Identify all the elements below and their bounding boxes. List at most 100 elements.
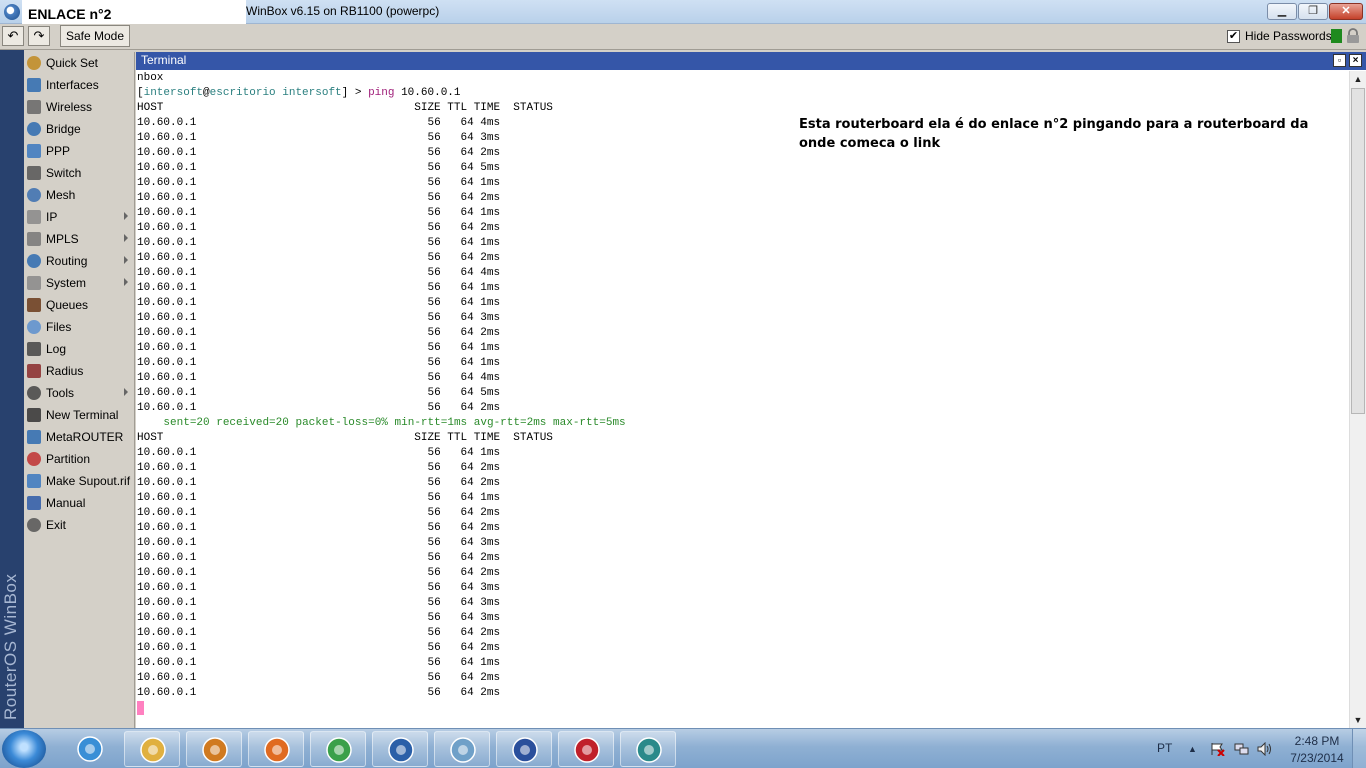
ping-host: 10.60.0.1 — [137, 477, 197, 489]
menu-item-ppp[interactable]: PPP — [24, 140, 134, 162]
ping-time: 2ms — [480, 552, 501, 564]
menu-item-label: Tools — [46, 386, 75, 400]
ping-ttl: 64 — [453, 672, 474, 684]
taskbar-app-button[interactable] — [186, 731, 242, 767]
ping-size: 56 — [414, 297, 441, 309]
maximize-button[interactable]: ❐ — [1298, 3, 1328, 20]
menu-item-queues[interactable]: Queues — [24, 294, 134, 316]
taskbar-app-button[interactable] — [124, 731, 180, 767]
terminal-close-button[interactable]: × — [1349, 54, 1362, 67]
show-desktop-button[interactable] — [1352, 729, 1366, 768]
stat-value: 5ms — [605, 417, 626, 429]
terminal-output[interactable]: nbox [intersoft@escritorio intersoft] > p… — [136, 71, 1348, 728]
menu-item-metarouter[interactable]: MetaROUTER — [24, 426, 134, 448]
taskbar-app-button[interactable] — [310, 731, 366, 767]
ping-host: 10.60.0.1 — [137, 672, 197, 684]
terminal-line: 10.60.0.1 56 64 1ms — [137, 176, 1348, 191]
ping-time: 2ms — [480, 672, 501, 684]
ping-time: 3ms — [480, 312, 501, 324]
safe-mode-button[interactable]: Safe Mode — [60, 25, 130, 47]
terminal-title: Terminal — [141, 53, 187, 67]
taskbar-app-button[interactable] — [372, 731, 428, 767]
clock-time[interactable]: 2:48 PM — [1286, 734, 1348, 748]
menu-item-manual[interactable]: Manual — [24, 492, 134, 514]
ping-host: 10.60.0.1 — [137, 297, 197, 309]
terminal-line: 10.60.0.1 56 64 4ms — [137, 266, 1348, 281]
ping-ttl: 64 — [453, 582, 474, 594]
menu-item-label: New Terminal — [46, 408, 119, 422]
menu-item-routing[interactable]: Routing — [24, 250, 134, 272]
minimize-button[interactable]: ▁ — [1267, 3, 1297, 20]
menu-item-ip[interactable]: IP — [24, 206, 134, 228]
terminal-line: HOST SIZE TTL TIME STATUS — [137, 101, 1348, 116]
taskbar-app-button[interactable] — [62, 731, 118, 767]
terminal-scrollbar[interactable]: ▲ ▼ — [1349, 71, 1366, 728]
scroll-thumb[interactable] — [1351, 88, 1365, 414]
ping-time: 3ms — [480, 612, 501, 624]
menu-item-quick-set[interactable]: Quick Set — [24, 52, 134, 74]
menu-item-label: Files — [46, 320, 72, 334]
menu-item-new-terminal[interactable]: New Terminal — [24, 404, 134, 426]
ping-time: 1ms — [480, 357, 501, 369]
menu-item-system[interactable]: System — [24, 272, 134, 294]
close-button[interactable]: ✕ — [1329, 3, 1363, 20]
ping-ttl: 64 — [453, 537, 474, 549]
menu-item-interfaces[interactable]: Interfaces — [24, 74, 134, 96]
menu-item-exit[interactable]: Exit — [24, 514, 134, 536]
taskbar-app-button[interactable] — [620, 731, 676, 767]
ping-ttl: 64 — [453, 447, 474, 459]
clock-date[interactable]: 7/23/2014 — [1286, 751, 1348, 765]
undo-button[interactable]: ↶ — [2, 26, 24, 46]
ping-size: 56 — [414, 657, 441, 669]
ping-size: 56 — [414, 522, 441, 534]
menu-item-partition[interactable]: Partition — [24, 448, 134, 470]
terminal-line: 10.60.0.1 56 64 1ms — [137, 206, 1348, 221]
switch-icon — [27, 166, 41, 180]
ping-ttl: 64 — [453, 147, 474, 159]
ping-host: 10.60.0.1 — [137, 252, 197, 264]
language-indicator[interactable]: PT — [1157, 741, 1172, 755]
ping-ttl: 64 — [453, 612, 474, 624]
ping-time: 3ms — [480, 132, 501, 144]
winbox-app-icon[interactable] — [4, 4, 20, 20]
ping-host: 10.60.0.1 — [137, 402, 197, 414]
undo-icon: ↶ — [7, 28, 19, 43]
menu-item-tools[interactable]: Tools — [24, 382, 134, 404]
ip-icon — [27, 210, 41, 224]
menu-item-bridge[interactable]: Bridge — [24, 118, 134, 140]
hide-passwords-checkbox[interactable]: ✔ Hide Passwords — [1227, 29, 1332, 43]
ping-size: 56 — [414, 222, 441, 234]
volume-icon[interactable] — [1257, 742, 1272, 756]
menu-item-files[interactable]: Files — [24, 316, 134, 338]
ping-host: 10.60.0.1 — [137, 147, 197, 159]
taskbar-app-button[interactable] — [496, 731, 552, 767]
menu-item-label: Bridge — [46, 122, 81, 136]
scroll-down-arrow-icon[interactable]: ▼ — [1350, 712, 1366, 728]
ping-size: 56 — [414, 117, 441, 129]
taskbar-app-button[interactable] — [248, 731, 304, 767]
ping-size: 56 — [414, 237, 441, 249]
taskbar-app-button[interactable] — [558, 731, 614, 767]
terminal-maximize-button[interactable]: ▫ — [1333, 54, 1346, 67]
action-center-flag-icon[interactable] — [1210, 742, 1225, 756]
start-button[interactable] — [2, 730, 46, 768]
ping-ttl: 64 — [453, 117, 474, 129]
menu-item-log[interactable]: Log — [24, 338, 134, 360]
tray-expand-icon[interactable]: ▲ — [1188, 744, 1197, 754]
menu-item-mesh[interactable]: Mesh — [24, 184, 134, 206]
network-icon[interactable] — [1234, 742, 1249, 756]
ping-size: 56 — [414, 582, 441, 594]
menu-item-radius[interactable]: Radius — [24, 360, 134, 382]
taskbar-app-button[interactable] — [434, 731, 490, 767]
menu-item-switch[interactable]: Switch — [24, 162, 134, 184]
ping-ttl: 64 — [453, 402, 474, 414]
terminal-line: 10.60.0.1 56 64 5ms — [137, 386, 1348, 401]
menu-item-wireless[interactable]: Wireless — [24, 96, 134, 118]
ping-ttl: 64 — [453, 282, 474, 294]
ping-size: 56 — [414, 132, 441, 144]
menu-item-make-supout-rif[interactable]: Make Supout.rif — [24, 470, 134, 492]
ping-size: 56 — [414, 342, 441, 354]
scroll-up-arrow-icon[interactable]: ▲ — [1350, 71, 1366, 87]
redo-button[interactable]: ↷ — [28, 26, 50, 46]
menu-item-mpls[interactable]: MPLS — [24, 228, 134, 250]
